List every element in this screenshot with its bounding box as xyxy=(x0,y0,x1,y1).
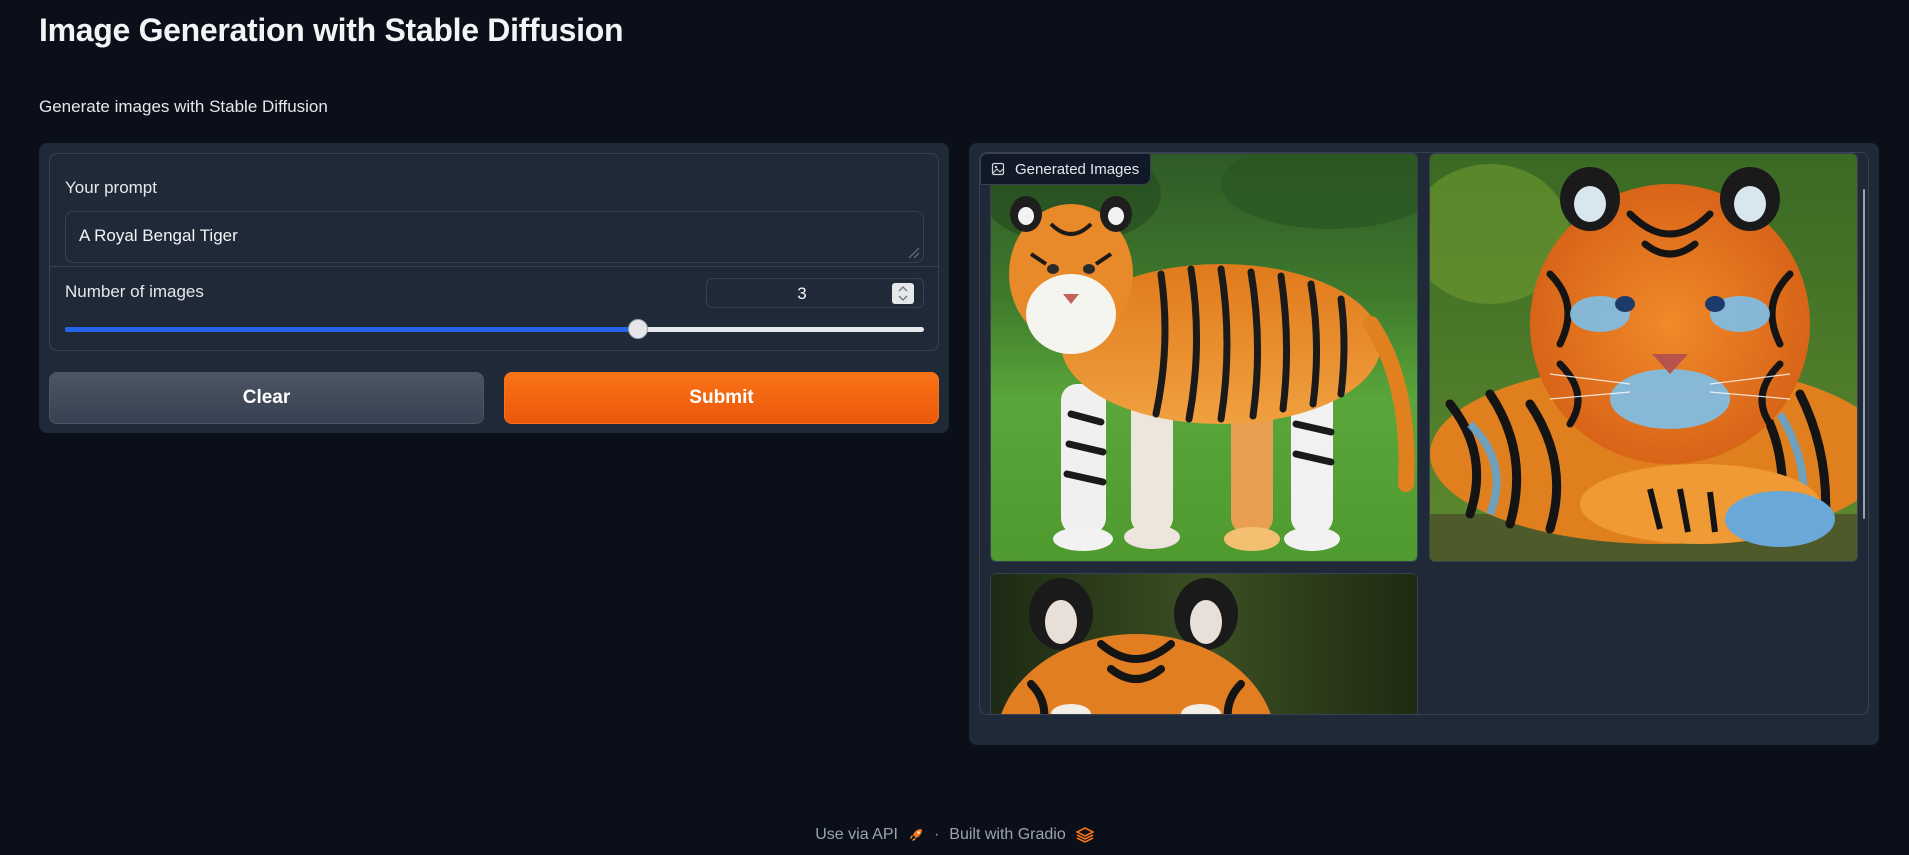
prompt-input[interactable]: A Royal Bengal Tiger xyxy=(65,211,924,263)
gallery-label-text: Generated Images xyxy=(1015,160,1140,178)
image-gallery: Generated Images xyxy=(979,152,1869,715)
output-panel: Generated Images xyxy=(969,143,1879,745)
prompt-value: A Royal Bengal Tiger xyxy=(79,226,238,245)
num-images-label: Number of images xyxy=(65,282,204,301)
tiger-face-image[interactable] xyxy=(990,573,1418,714)
submit-button[interactable]: Submit xyxy=(504,372,939,424)
gallery-label: Generated Images xyxy=(980,153,1152,185)
num-images-slider[interactable] xyxy=(65,327,924,332)
use-via-api-link[interactable]: Use via API xyxy=(815,826,898,844)
slider-fill xyxy=(65,327,638,332)
clear-button[interactable]: Clear xyxy=(49,372,484,424)
num-images-value: 3 xyxy=(797,284,807,303)
prompt-label: Your prompt xyxy=(65,178,157,197)
footer: Use via API · Built with Gradio xyxy=(0,826,1909,844)
resize-grip-icon[interactable] xyxy=(906,245,920,259)
slider-thumb[interactable] xyxy=(627,319,648,339)
rocket-icon xyxy=(909,829,922,841)
use-via-api-label: Use via API xyxy=(815,826,898,843)
form-divider xyxy=(50,266,938,267)
page-title: Image Generation with Stable Diffusion xyxy=(39,12,624,48)
stepper-icon[interactable] xyxy=(892,283,914,304)
footer-separator: · xyxy=(933,826,940,843)
form-box: Your prompt A Royal Bengal Tiger Number … xyxy=(49,153,939,351)
built-with-gradio-label: Built with Gradio xyxy=(949,826,1066,843)
page-description: Generate images with Stable Diffusion xyxy=(39,97,328,116)
input-panel: Your prompt A Royal Bengal Tiger Number … xyxy=(39,143,949,433)
image-icon xyxy=(991,162,1005,176)
gradio-logo-icon xyxy=(1075,827,1094,843)
tiger-standing-image[interactable] xyxy=(990,153,1418,562)
tiger-lying-image[interactable] xyxy=(1429,153,1858,562)
num-images-input[interactable]: 3 xyxy=(706,278,924,308)
built-with-gradio-link[interactable]: Built with Gradio xyxy=(949,826,1066,844)
gallery-scrollbar[interactable] xyxy=(1863,189,1865,519)
